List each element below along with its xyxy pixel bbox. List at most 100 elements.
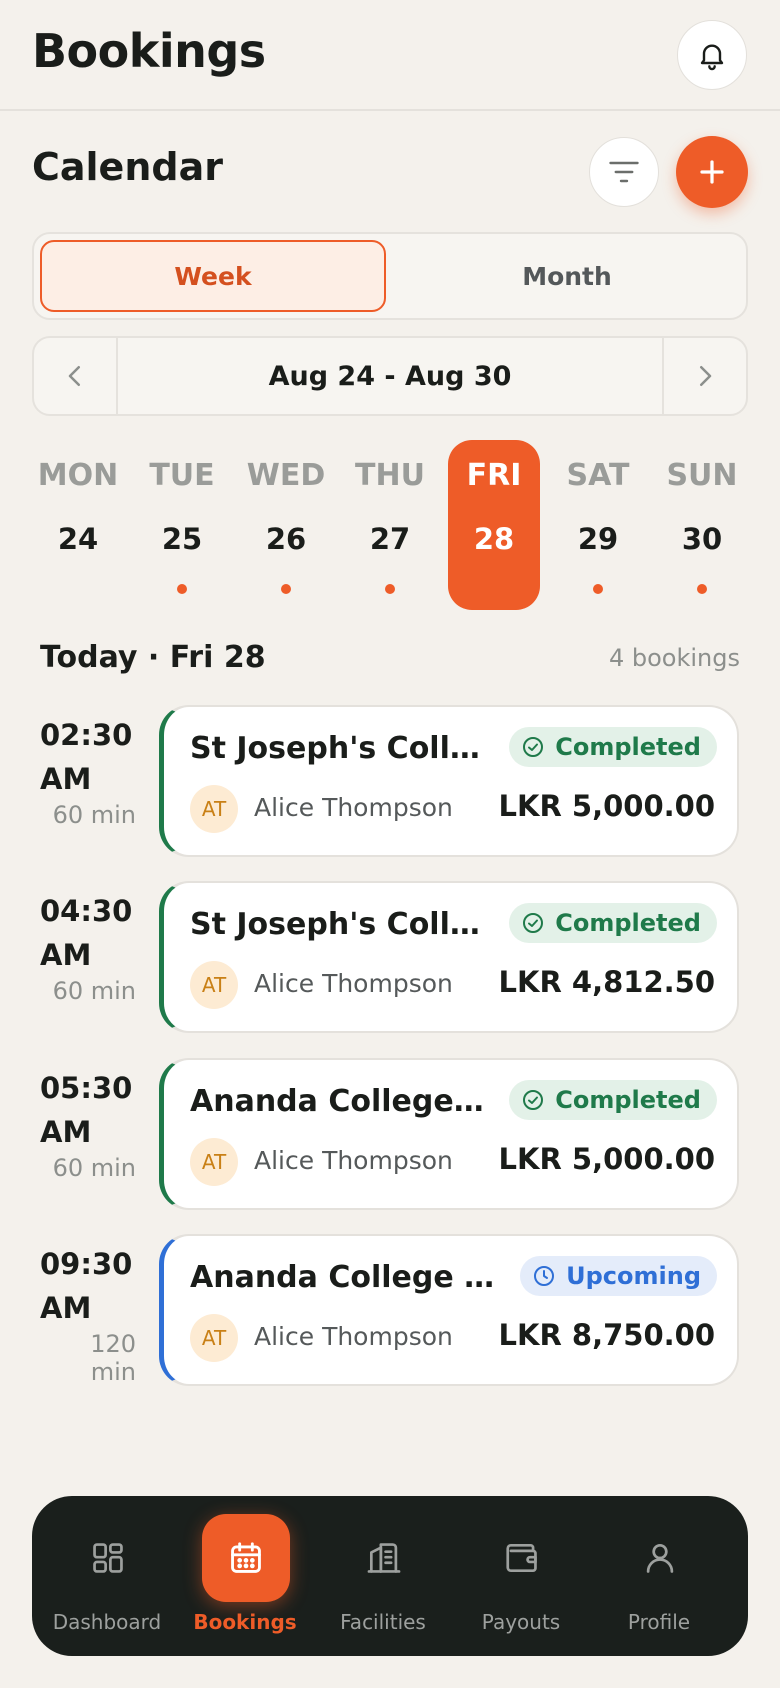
nav-label: Dashboard bbox=[52, 1610, 162, 1634]
tab-week[interactable]: Week bbox=[40, 240, 386, 312]
nav-item-payouts[interactable]: Payouts bbox=[452, 1496, 590, 1656]
booking-row: 09:30 AM 120 min Ananda College Ba… Upco… bbox=[0, 1234, 780, 1386]
status-badge: Completed bbox=[509, 727, 717, 767]
nav-icon-container bbox=[202, 1514, 290, 1602]
plus-icon bbox=[700, 160, 724, 184]
day-number: 30 bbox=[681, 522, 723, 556]
day-name: FRI bbox=[466, 458, 522, 493]
nav-item-bookings[interactable]: Bookings bbox=[176, 1496, 314, 1656]
nav-item-profile[interactable]: Profile bbox=[590, 1496, 728, 1656]
day-number: 29 bbox=[577, 522, 619, 556]
booking-duration: 60 min bbox=[52, 1154, 136, 1182]
time-value: 09:30 bbox=[40, 1247, 133, 1281]
booking-title: St Joseph's Colle… bbox=[190, 731, 490, 766]
status-badge: Completed bbox=[509, 903, 717, 943]
day-name: SAT bbox=[566, 458, 630, 493]
tab-month[interactable]: Month bbox=[394, 240, 740, 312]
nav-label: Bookings bbox=[193, 1610, 297, 1634]
day-tue[interactable]: TUE 25 bbox=[136, 440, 228, 610]
day-wed[interactable]: WED 26 bbox=[240, 440, 332, 610]
nav-label: Payouts bbox=[481, 1610, 561, 1634]
time-value: 05:30 bbox=[40, 1071, 133, 1105]
day-name: SUN bbox=[666, 458, 738, 493]
day-number: 26 bbox=[265, 522, 307, 556]
filter-icon bbox=[609, 161, 639, 183]
clock-icon bbox=[534, 1266, 555, 1286]
booking-count: 4 bookings bbox=[608, 644, 740, 672]
booking-card[interactable]: Ananda College Ba… Upcoming AT Alice Tho… bbox=[159, 1234, 739, 1386]
nav-label: Profile bbox=[627, 1610, 691, 1634]
day-thu[interactable]: THU 27 bbox=[344, 440, 436, 610]
booking-time: 05:30 AM 60 min bbox=[40, 1066, 150, 1182]
nav-item-facilities[interactable]: Facilities bbox=[314, 1496, 452, 1656]
booking-card[interactable]: St Joseph's Colle… Completed AT Alice Th… bbox=[159, 705, 739, 857]
booking-amount: LKR 5,000.00 bbox=[498, 1142, 715, 1176]
calendar-title: Calendar bbox=[32, 145, 223, 189]
chevron-right-icon bbox=[700, 366, 712, 386]
booking-amount: LKR 8,750.00 bbox=[498, 1318, 715, 1352]
booking-row: 04:30 AM 60 min St Joseph's Colle… Compl… bbox=[0, 881, 780, 1033]
day-mon[interactable]: MON 24 bbox=[32, 440, 124, 610]
page-title: Bookings bbox=[32, 24, 266, 78]
day-name: THU bbox=[355, 458, 425, 493]
date-range-label: Aug 24 - Aug 30 bbox=[268, 360, 512, 392]
avatar: AT bbox=[190, 1138, 238, 1186]
date-range-navigator: Aug 24 - Aug 30 bbox=[32, 336, 748, 416]
selected-day-label: Today · Fri 28 bbox=[40, 640, 266, 675]
check-circle-icon bbox=[523, 737, 544, 757]
booking-duration: 60 min bbox=[52, 977, 136, 1005]
time-period: AM bbox=[40, 762, 92, 796]
booking-title: St Joseph's Colle… bbox=[190, 907, 490, 942]
nav-icon-container bbox=[616, 1514, 704, 1602]
app-header: Bookings bbox=[0, 0, 780, 111]
add-booking-button[interactable] bbox=[676, 136, 748, 208]
booking-indicator-dot bbox=[385, 584, 395, 594]
booking-list-header: Today · Fri 28 4 bookings bbox=[40, 640, 740, 680]
day-number: 25 bbox=[161, 522, 203, 556]
booking-indicator-dot bbox=[281, 584, 291, 594]
nav-item-dashboard[interactable]: Dashboard bbox=[38, 1496, 176, 1656]
building-icon bbox=[367, 1543, 401, 1573]
day-number: 28 bbox=[473, 522, 515, 556]
booking-time: 09:30 AM 120 min bbox=[40, 1242, 150, 1386]
status-label: Completed bbox=[555, 733, 701, 761]
day-sat[interactable]: SAT 29 bbox=[552, 440, 644, 610]
day-fri[interactable]: FRI 28 bbox=[448, 440, 540, 610]
status-badge: Upcoming bbox=[520, 1256, 717, 1296]
avatar: AT bbox=[190, 961, 238, 1009]
previous-week-button[interactable] bbox=[34, 338, 118, 414]
booking-card[interactable]: St Joseph's Colle… Completed AT Alice Th… bbox=[159, 881, 739, 1033]
booking-row: 02:30 AM 60 min St Joseph's Colle… Compl… bbox=[0, 705, 780, 857]
nav-label: Facilities bbox=[340, 1610, 426, 1634]
booking-time: 02:30 AM 60 min bbox=[40, 713, 150, 829]
day-number: 24 bbox=[57, 522, 99, 556]
customer-name: Alice Thompson bbox=[254, 793, 453, 822]
customer-name: Alice Thompson bbox=[254, 1146, 453, 1175]
booking-amount: LKR 4,812.50 bbox=[498, 965, 715, 999]
nav-icon-container bbox=[478, 1514, 566, 1602]
booking-title: Ananda College C… bbox=[190, 1084, 490, 1119]
time-period: AM bbox=[40, 938, 92, 972]
notifications-button[interactable] bbox=[677, 20, 747, 90]
booking-duration: 60 min bbox=[52, 801, 136, 829]
booking-indicator-dot bbox=[593, 584, 603, 594]
filter-button[interactable] bbox=[589, 137, 659, 207]
booking-card[interactable]: Ananda College C… Completed AT Alice Tho… bbox=[159, 1058, 739, 1210]
day-name: WED bbox=[246, 458, 326, 493]
avatar: AT bbox=[190, 1314, 238, 1362]
status-label: Upcoming bbox=[566, 1262, 701, 1290]
next-week-button[interactable] bbox=[662, 338, 746, 414]
booking-title: Ananda College Ba… bbox=[190, 1260, 500, 1295]
nav-icon-container bbox=[340, 1514, 428, 1602]
status-badge: Completed bbox=[509, 1080, 717, 1120]
booking-time: 04:30 AM 60 min bbox=[40, 889, 150, 1005]
week-strip: MON 24 TUE 25 WED 26 THU 27 FRI 28 SAT 2… bbox=[32, 440, 748, 610]
booking-amount: LKR 5,000.00 bbox=[498, 789, 715, 823]
day-name: MON bbox=[37, 458, 119, 493]
check-circle-icon bbox=[523, 1090, 544, 1110]
booking-indicator-dot bbox=[177, 584, 187, 594]
day-number: 27 bbox=[369, 522, 411, 556]
day-sun[interactable]: SUN 30 bbox=[656, 440, 748, 610]
booking-duration: 120 min bbox=[90, 1330, 136, 1386]
time-period: AM bbox=[40, 1291, 92, 1325]
